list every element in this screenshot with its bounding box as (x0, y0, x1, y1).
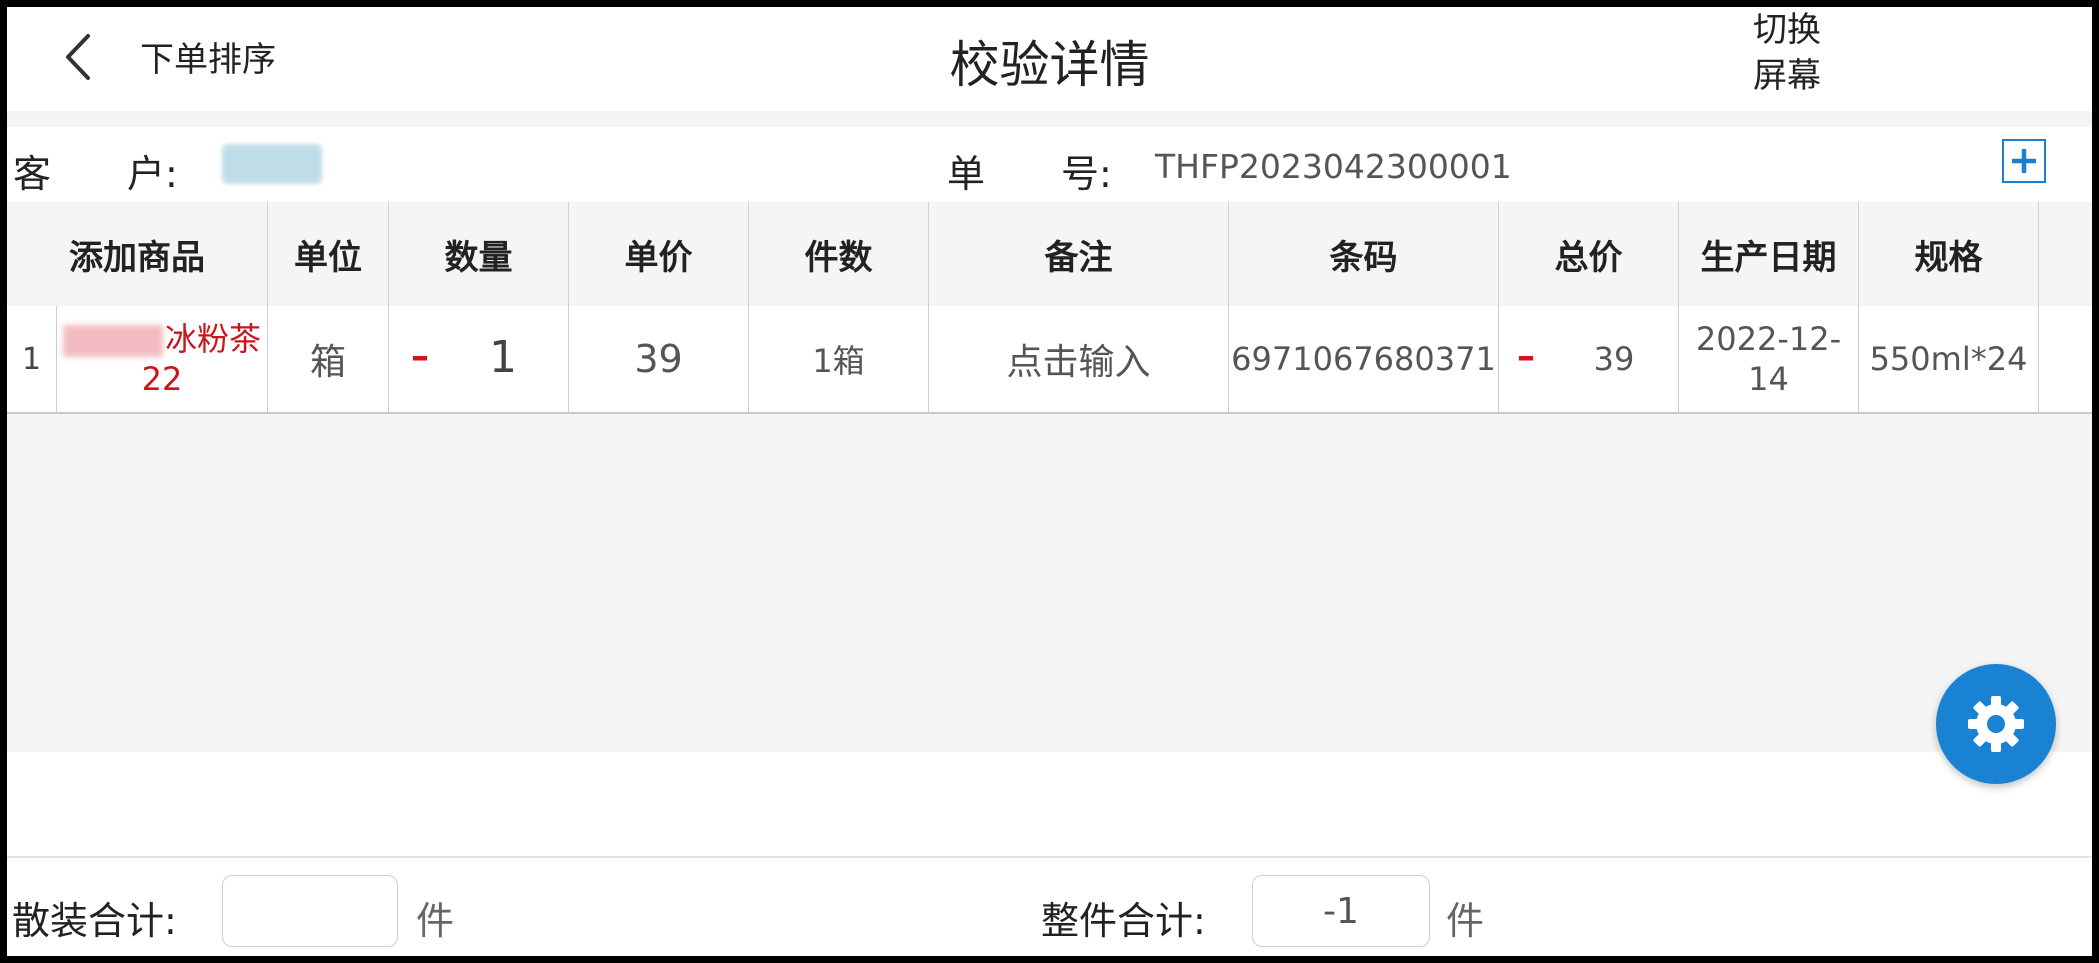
table-row: 1 冰粉茶 22 箱 – 1 39 1箱 点击输入 6971067680371 … (7, 306, 2092, 414)
plus-icon (2012, 149, 2036, 173)
pieces-cell: 1箱 (749, 306, 929, 412)
product-name-cell[interactable]: 冰粉茶 22 (57, 306, 268, 412)
order-info-row: 客 户: 单 号: THFP2023042300001 (7, 127, 2092, 202)
whole-total-label: 整件合计: (1041, 899, 1206, 943)
customer-value-redacted (222, 144, 322, 184)
add-product-button[interactable] (2002, 139, 2046, 183)
switch-screen-button[interactable]: 切换 屏幕 (1742, 7, 1832, 99)
customer-label: 客 户: (13, 152, 178, 196)
top-bar: 下单排序 校验详情 切换 屏幕 (7, 7, 2092, 111)
row-index: 1 (7, 306, 57, 412)
order-number-value: THFP2023042300001 (1155, 147, 1512, 186)
header-separator (7, 111, 2092, 127)
product-table: 添加商品 单位 数量 单价 件数 备注 条码 总价 生产日期 规格 1 冰粉茶 … (7, 202, 2092, 752)
bulk-total-input[interactable] (222, 875, 398, 947)
quantity-value[interactable]: 1 (489, 332, 517, 383)
switch-screen-label-line1: 切换 (1753, 10, 1821, 50)
col-header-unit: 单位 (268, 202, 389, 306)
settings-fab-button[interactable] (1936, 664, 2056, 784)
production-date-cell: 2022-12-14 (1679, 306, 1859, 412)
total-decrease-button[interactable]: – (1517, 336, 1535, 377)
bulk-total-unit: 件 (416, 899, 455, 943)
product-name-text: 冰粉茶 (164, 320, 261, 358)
total-value: 39 (1593, 340, 1635, 378)
col-header-unit-price: 单价 (569, 202, 749, 306)
spec-cell: 550ml*24 (1859, 306, 2039, 412)
note-input[interactable]: 点击输入 (929, 306, 1229, 412)
product-name-redacted (62, 325, 163, 357)
barcode-cell: 6971067680371 (1229, 306, 1499, 412)
col-header-pieces: 件数 (749, 202, 929, 306)
quantity-decrease-button[interactable]: – (411, 336, 429, 377)
unit-cell: 箱 (268, 306, 389, 412)
order-number-label: 单 号: (947, 152, 1112, 196)
quantity-cell: – 1 (389, 306, 569, 412)
col-header-product[interactable]: 添加商品 (7, 202, 268, 306)
col-header-note: 备注 (929, 202, 1229, 306)
product-name-line2: 22 (141, 360, 183, 398)
footer-divider (7, 856, 2092, 858)
switch-screen-label-line2: 屏幕 (1753, 56, 1821, 96)
col-header-barcode: 条码 (1229, 202, 1499, 306)
whole-total-unit: 件 (1446, 899, 1485, 943)
gear-icon (1968, 696, 2024, 752)
unit-price-cell: 39 (569, 306, 749, 412)
product-name-line1: 冰粉茶 (62, 319, 261, 359)
col-header-quantity: 数量 (389, 202, 569, 306)
bulk-total-label: 散装合计: (12, 899, 177, 943)
total-cell: – 39 (1499, 306, 1679, 412)
whole-total-input[interactable] (1252, 875, 1430, 947)
col-header-production-date: 生产日期 (1679, 202, 1859, 306)
col-header-total: 总价 (1499, 202, 1679, 306)
production-date-value: 2022-12-14 (1695, 320, 1842, 398)
col-header-spec: 规格 (1859, 202, 2039, 306)
table-header: 添加商品 单位 数量 单价 件数 备注 条码 总价 生产日期 规格 (7, 202, 2092, 306)
